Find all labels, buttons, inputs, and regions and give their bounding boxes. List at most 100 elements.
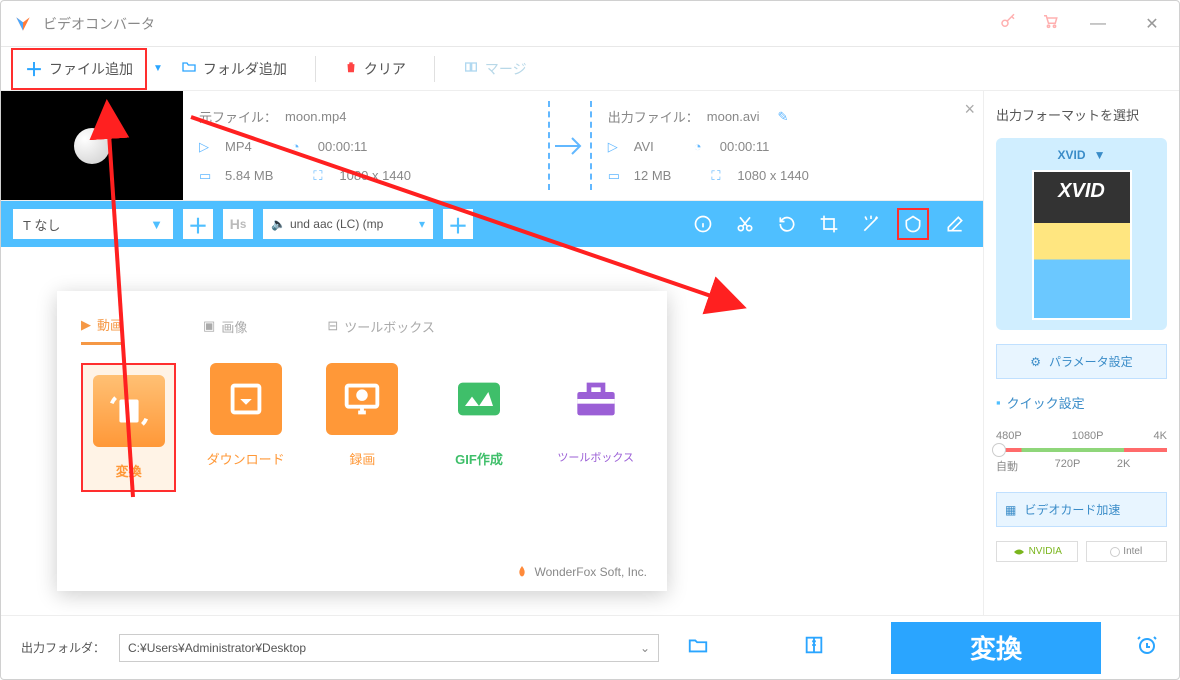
output-path-field[interactable]: C:¥Users¥Administrator¥Desktop⌄: [119, 634, 659, 662]
clock-icon: ◔: [694, 139, 712, 154]
res-2k: 2K: [1117, 458, 1130, 474]
card-record-label: 録画: [315, 449, 410, 468]
tab-toolbox[interactable]: ⊟ ツールボックス: [327, 315, 435, 345]
gpu-accel-button[interactable]: ▦ ビデオカード加速: [996, 492, 1167, 527]
arrow-right-icon: [550, 106, 590, 186]
effects-icon[interactable]: [855, 208, 887, 240]
slider-thumb[interactable]: [992, 443, 1006, 457]
minimize-button[interactable]: —: [1083, 15, 1113, 33]
param-settings-button[interactable]: ⚙ パラメータ設定: [996, 344, 1167, 379]
src-format: MP4: [225, 139, 252, 154]
add-folder-button[interactable]: フォルダ追加: [169, 53, 299, 85]
clock-icon: ◔: [292, 139, 310, 154]
edit-icon[interactable]: [939, 208, 971, 240]
settings-icon: ⚙: [1030, 355, 1041, 369]
card-gif-label: GIF作成: [432, 449, 527, 468]
convert-button-label: 変換: [970, 629, 1022, 666]
watermark-icon[interactable]: [897, 208, 929, 240]
resolution-slider[interactable]: 480P 1080P 4K 自動 720P 2K: [996, 426, 1167, 478]
image-tab-icon: ▣: [203, 318, 215, 334]
speaker-icon: 🔈: [271, 217, 286, 231]
tab-image[interactable]: ▣画像: [203, 315, 247, 345]
format-name: XVID: [1058, 148, 1086, 162]
out-duration: 00:00:11: [720, 139, 770, 154]
credit: WonderFox Soft, Inc.: [515, 565, 648, 579]
add-audio-button[interactable]: ＋: [443, 209, 473, 239]
output-folder-label: 出力フォルダ：: [21, 639, 105, 656]
key-icon[interactable]: [999, 12, 1017, 35]
merge-button[interactable]: マージ: [451, 53, 539, 85]
out-size: 12 MB: [634, 168, 672, 183]
download-card-icon: [210, 363, 282, 435]
add-file-button[interactable]: ＋ ファイル追加: [11, 48, 147, 90]
convert-card-icon: [93, 375, 165, 447]
file-row: 元ファイル：moon.mp4 ▷MP4 ◔00:00:11 ▭5.84 MB ⛶…: [1, 91, 983, 201]
info-icon[interactable]: [687, 208, 719, 240]
toolbox-tab-icon: ⊟: [327, 318, 338, 334]
card-convert[interactable]: 変換: [81, 363, 176, 492]
output-format-selector[interactable]: XVID▼: [996, 138, 1167, 330]
card-record[interactable]: 録画: [315, 363, 410, 492]
subtitle-value: T なし: [23, 215, 60, 234]
archive-icon[interactable]: [803, 634, 825, 662]
card-gif[interactable]: GIF作成: [432, 363, 527, 492]
resolution-icon: ⛶: [711, 168, 729, 184]
add-subtitle-button[interactable]: ＋: [183, 209, 213, 239]
tab-video[interactable]: ▶動画: [81, 315, 123, 345]
app-title: ビデオコンバータ: [43, 14, 155, 34]
out-format: AVI: [634, 139, 654, 154]
add-file-label: ファイル追加: [49, 59, 133, 79]
intel-chip[interactable]: Intel: [1086, 541, 1168, 562]
merge-label: マージ: [485, 59, 527, 79]
chip-icon: ▦: [1005, 503, 1016, 517]
src-res: 1080 x 1440: [339, 168, 411, 183]
card-download[interactable]: ダウンロード: [198, 363, 293, 492]
res-auto: 自動: [996, 458, 1018, 474]
out-file-name: moon.avi: [707, 109, 760, 124]
hardcode-subtitle-button[interactable]: Hs: [223, 209, 253, 239]
video-thumbnail[interactable]: [1, 91, 183, 200]
nvidia-label: NVIDIA: [1029, 546, 1062, 557]
size-icon: ▭: [199, 168, 217, 184]
subtitle-select[interactable]: T なし ▼: [13, 209, 173, 239]
app-logo-icon: [13, 14, 33, 34]
clear-label: クリア: [364, 59, 406, 79]
add-folder-label: フォルダ追加: [203, 59, 287, 79]
cut-icon[interactable]: [729, 208, 761, 240]
remove-file-button[interactable]: ×: [957, 91, 984, 200]
src-file-name: moon.mp4: [285, 109, 346, 124]
resolution-icon: ⛶: [313, 168, 331, 184]
nvidia-chip[interactable]: NVIDIA: [996, 541, 1078, 562]
alarm-icon[interactable]: [1135, 633, 1159, 663]
card-toolbox-label: ツールボックス: [548, 449, 643, 465]
format-icon: ▷: [608, 139, 626, 155]
add-file-dropdown-icon[interactable]: ▼: [153, 63, 163, 74]
clear-button[interactable]: クリア: [332, 53, 418, 85]
action-bar: T なし ▼ ＋ Hs 🔈und aac (LC) (mp▾ ＋: [1, 201, 983, 247]
feature-panel: ▶動画 ▣画像 ⊟ ツールボックス 変換 ダウンロード 録画: [57, 291, 667, 591]
rotate-icon[interactable]: [771, 208, 803, 240]
quick-settings-header: ▪クイック設定: [996, 393, 1167, 412]
out-res: 1080 x 1440: [737, 168, 809, 183]
card-toolbox[interactable]: ツールボックス: [548, 363, 643, 492]
edit-pen-icon[interactable]: ✎: [778, 109, 789, 125]
tab-toolbox-label: ツールボックス: [344, 317, 435, 336]
bullet-icon: ▪: [996, 395, 1001, 410]
gif-card-icon: [443, 363, 515, 435]
record-card-icon: [326, 363, 398, 435]
close-button[interactable]: ✕: [1137, 14, 1167, 34]
crop-icon[interactable]: [813, 208, 845, 240]
gpu-label: ビデオカード加速: [1024, 501, 1120, 518]
open-folder-icon[interactable]: [687, 634, 709, 662]
chevron-down-icon: ▼: [150, 217, 163, 232]
audio-select[interactable]: 🔈und aac (LC) (mp▾: [263, 209, 433, 239]
convert-button[interactable]: 変換: [891, 622, 1101, 674]
intel-label: Intel: [1123, 546, 1142, 557]
format-icon: ▷: [199, 139, 217, 155]
divider: [315, 56, 316, 82]
format-preview-image: [1032, 170, 1132, 320]
cart-icon[interactable]: [1041, 12, 1059, 35]
param-label: パラメータ設定: [1049, 353, 1133, 370]
folder-icon: [181, 59, 197, 78]
credit-text: WonderFox Soft, Inc.: [535, 565, 648, 579]
